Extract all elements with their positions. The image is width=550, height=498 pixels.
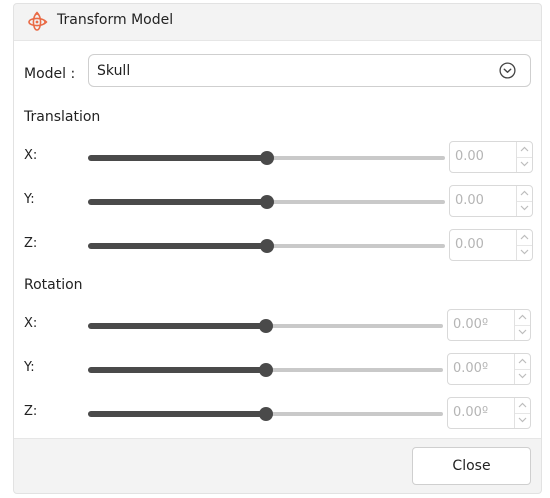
chevron-up-icon xyxy=(518,402,527,408)
chevron-up-icon xyxy=(520,146,529,152)
chevron-down-circle-icon xyxy=(499,62,516,79)
increment-button[interactable] xyxy=(515,398,530,414)
translation-z-row: Z: 0.00 xyxy=(14,229,541,263)
model-dropdown[interactable]: Skull xyxy=(88,54,531,87)
translation-x-spinbox[interactable]: 0.00 xyxy=(449,141,533,173)
spinbox-buttons xyxy=(514,398,530,428)
chevron-up-icon xyxy=(518,314,527,320)
dialog-content: Model : Skull Translation X: 0.00 Y: 0.00 Z:… xyxy=(14,40,541,439)
chevron-up-icon xyxy=(518,358,527,364)
spinbox-buttons xyxy=(514,310,530,340)
model-selected-value: Skull xyxy=(97,63,131,79)
increment-button[interactable] xyxy=(517,142,532,158)
rotation-x-label: X: xyxy=(24,316,38,331)
rotation-z-spinbox[interactable]: 0.00º xyxy=(447,397,531,429)
slider-thumb[interactable] xyxy=(258,363,273,377)
chevron-down-icon xyxy=(520,205,529,211)
slider-fill xyxy=(88,243,267,249)
translation-y-spinbox[interactable]: 0.00 xyxy=(449,185,533,217)
rotation-x-slider[interactable] xyxy=(88,319,443,333)
slider-thumb[interactable] xyxy=(259,195,274,209)
decrement-button[interactable] xyxy=(517,201,532,216)
decrement-button[interactable] xyxy=(515,413,530,428)
decrement-button[interactable] xyxy=(515,325,530,340)
increment-button[interactable] xyxy=(517,186,532,202)
increment-button[interactable] xyxy=(515,310,530,326)
spinbox-value: 0.00º xyxy=(453,317,489,332)
translation-heading: Translation xyxy=(24,109,101,125)
rotation-z-slider[interactable] xyxy=(88,407,443,421)
translation-y-row: Y: 0.00 xyxy=(14,185,541,219)
rotation-y-row: Y: 0.00º xyxy=(14,353,541,387)
spinbox-value: 0.00º xyxy=(453,361,489,376)
transform-model-dialog: Transform Model Model : Skull Translatio… xyxy=(13,3,542,494)
rotation-x-spinbox[interactable]: 0.00º xyxy=(447,309,531,341)
slider-thumb[interactable] xyxy=(259,151,274,165)
translation-z-slider[interactable] xyxy=(88,239,445,253)
slider-thumb[interactable] xyxy=(258,319,273,333)
chevron-up-icon xyxy=(520,234,529,240)
slider-fill xyxy=(88,411,266,417)
close-button[interactable]: Close xyxy=(412,447,531,485)
translation-y-label: Y: xyxy=(24,192,35,207)
rotation-y-slider[interactable] xyxy=(88,363,443,377)
transform-axes-icon xyxy=(28,11,48,31)
slider-fill xyxy=(88,155,267,161)
spinbox-buttons xyxy=(516,142,532,172)
slider-fill xyxy=(88,199,267,205)
slider-fill xyxy=(88,323,266,329)
spinbox-value: 0.00 xyxy=(455,237,484,252)
translation-y-slider[interactable] xyxy=(88,195,445,209)
rotation-heading: Rotation xyxy=(24,277,83,293)
model-label: Model : xyxy=(24,66,76,82)
translation-z-label: Z: xyxy=(24,236,38,251)
slider-fill xyxy=(88,367,266,373)
title-bar: Transform Model xyxy=(14,4,541,40)
translation-x-row: X: 0.00 xyxy=(14,141,541,175)
decrement-button[interactable] xyxy=(517,157,532,172)
rotation-x-row: X: 0.00º xyxy=(14,309,541,343)
rotation-z-row: Z: 0.00º xyxy=(14,397,541,431)
slider-thumb[interactable] xyxy=(259,239,274,253)
translation-x-slider[interactable] xyxy=(88,151,445,165)
spinbox-value: 0.00 xyxy=(455,149,484,164)
chevron-down-icon xyxy=(520,161,529,167)
chevron-down-icon xyxy=(518,373,527,379)
spinbox-value: 0.00º xyxy=(453,405,489,420)
spinbox-buttons xyxy=(514,354,530,384)
rotation-y-label: Y: xyxy=(24,360,35,375)
translation-x-label: X: xyxy=(24,148,38,163)
slider-thumb[interactable] xyxy=(258,407,273,421)
decrement-button[interactable] xyxy=(515,369,530,384)
chevron-down-icon xyxy=(518,329,527,335)
chevron-down-icon xyxy=(520,249,529,255)
decrement-button[interactable] xyxy=(517,245,532,260)
chevron-up-icon xyxy=(520,190,529,196)
translation-z-spinbox[interactable]: 0.00 xyxy=(449,229,533,261)
rotation-z-label: Z: xyxy=(24,404,38,419)
increment-button[interactable] xyxy=(517,230,532,246)
spinbox-buttons xyxy=(516,230,532,260)
rotation-y-spinbox[interactable]: 0.00º xyxy=(447,353,531,385)
spinbox-buttons xyxy=(516,186,532,216)
dialog-title: Transform Model xyxy=(57,12,174,28)
spinbox-value: 0.00 xyxy=(455,193,484,208)
chevron-down-icon xyxy=(518,417,527,423)
increment-button[interactable] xyxy=(515,354,530,370)
